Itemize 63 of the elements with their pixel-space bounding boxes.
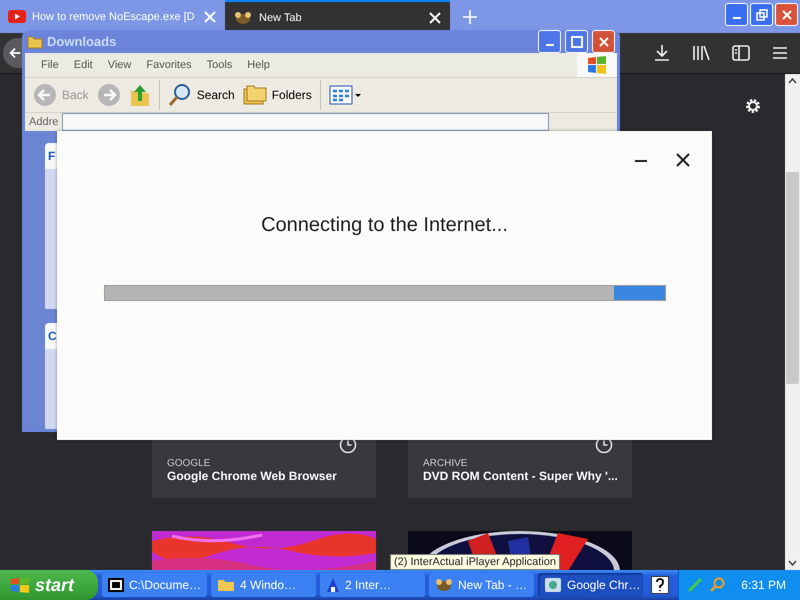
menu-item[interactable]: Help [241,59,276,72]
sidebar-icon[interactable] [732,45,750,61]
app-icon [108,578,124,592]
address-label: Addre [29,116,58,128]
folders-icon [242,84,267,106]
tooltip-text: (2) InterActual iPlayer Application [394,556,556,568]
menu-item[interactable]: Tools [200,59,238,72]
scrollbar-thumb[interactable] [786,172,799,384]
taskbar-button[interactable]: 2 Inter… [320,573,425,597]
app-icon [544,577,562,593]
maximize-icon [570,36,582,48]
creature-icon [435,578,453,592]
windows-logo-icon [10,576,30,594]
menu-icon[interactable] [772,46,788,60]
menu-item[interactable]: Favorites [140,59,198,72]
download-icon[interactable] [654,44,670,62]
taskbar-button[interactable]: Google Chr… [538,573,643,597]
restore-button[interactable] [750,3,773,26]
menu-item[interactable]: Edit [68,59,99,72]
app-icon [326,577,340,593]
menu-item[interactable]: File [35,59,65,72]
minimize-icon [732,16,740,18]
folders-button[interactable]: Folders [242,84,312,106]
status-message: Connecting to the Internet... [261,214,508,237]
panel-title[interactable]: F [48,149,56,163]
taskbar-button[interactable]: C:\Docume… [102,573,207,597]
minimize-icon [546,44,554,46]
folder-icon [217,578,235,592]
settings-icon[interactable] [744,97,762,115]
close-icon [598,36,610,48]
card-title: DVD ROM Content - Super Why '... [423,469,617,483]
library-icon[interactable] [692,45,710,61]
menu-item[interactable]: View [102,59,138,72]
new-tab-icon[interactable] [462,8,478,24]
windows-logo-icon [587,55,607,76]
site-card[interactable]: ARCHIVE DVD ROM Content - Super Why '... [408,440,632,498]
card-title: Google Chrome Web Browser [167,469,338,483]
close-button[interactable] [775,3,798,26]
taskbar-button[interactable]: 4 Windo… [211,573,316,597]
minimize-button[interactable] [538,30,561,54]
site-card[interactable]: GOOGLE Google Chrome Web Browser [152,440,376,498]
search-icon [168,83,192,108]
up-folder-icon[interactable] [128,83,151,108]
close-icon[interactable] [676,153,690,167]
taskbar-button[interactable]: New Tab - … [429,573,534,597]
creature-icon [233,10,253,26]
restore-icon [756,8,768,20]
back-arrow-icon [8,45,22,61]
window-title: Downloads [47,34,118,50]
help-icon[interactable] [651,576,669,594]
panel-title[interactable]: C [48,329,57,343]
close-button[interactable] [592,30,615,54]
close-icon [780,8,792,20]
card-source: GOOGLE [167,458,212,469]
views-button[interactable] [328,84,361,106]
video-icon [8,10,26,23]
card-source: ARCHIVE [423,458,468,469]
search-button[interactable]: Search [168,83,235,108]
maximize-button[interactable] [565,30,588,54]
browser-tab[interactable]: New Tab [225,0,450,33]
clock: 6:31 PM [741,578,786,592]
address-field[interactable] [62,113,550,131]
minimize-button[interactable] [725,3,748,26]
